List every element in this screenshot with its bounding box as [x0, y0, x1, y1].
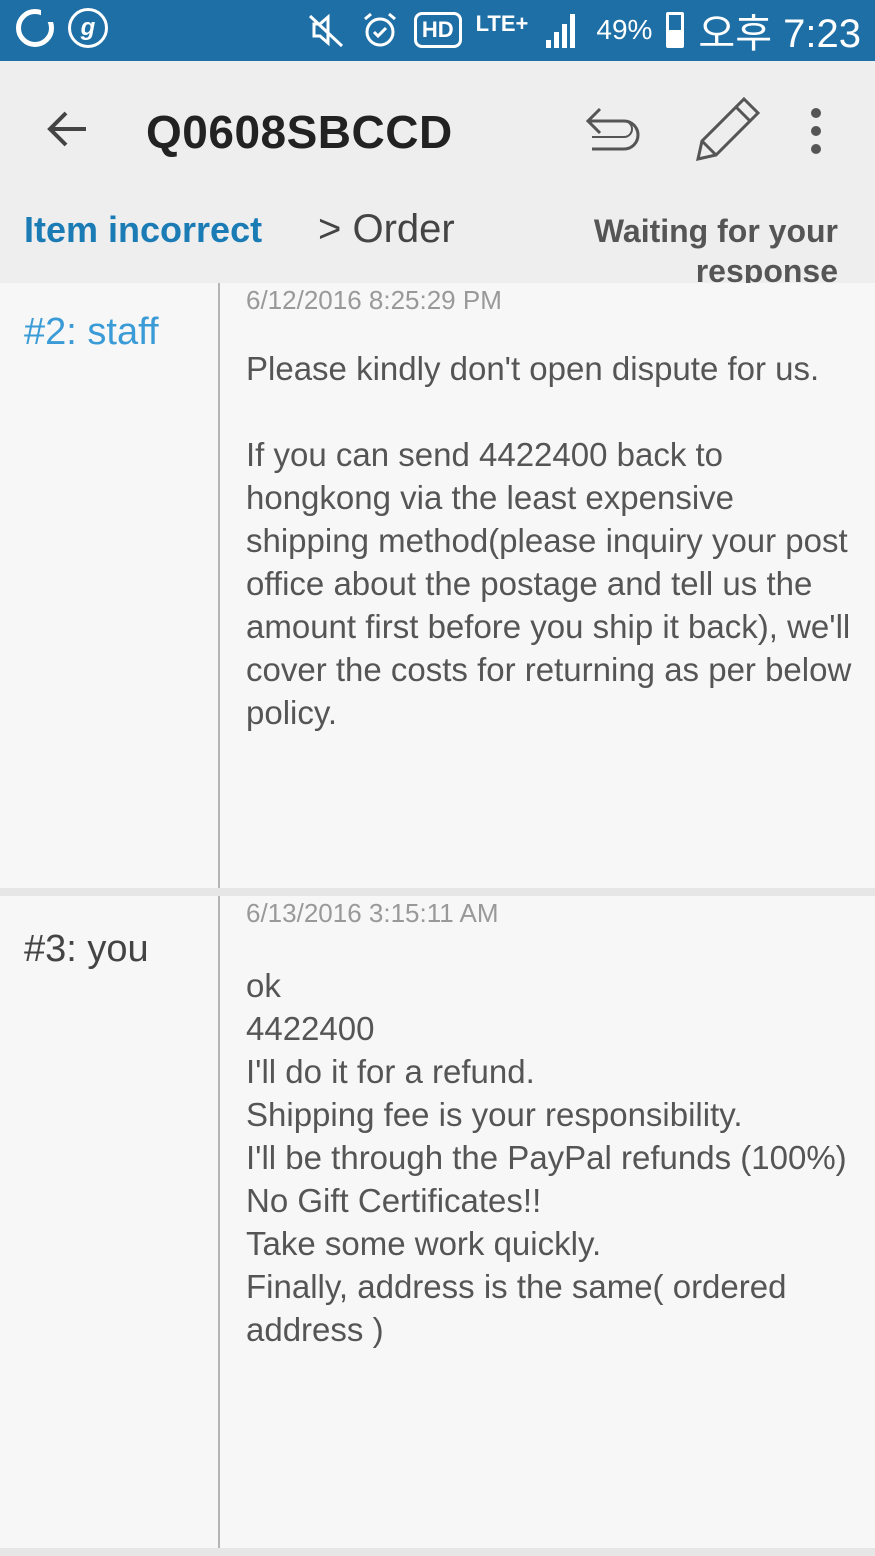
message-item: #2: staff 6/12/2016 8:25:29 PM Please ki… [0, 283, 875, 888]
message-timestamp: 6/12/2016 8:25:29 PM [246, 285, 502, 315]
g-app-notification-icon: g [68, 8, 108, 48]
pencil-icon[interactable] [692, 95, 764, 161]
battery-icon [666, 12, 685, 48]
back-arrow-icon[interactable] [40, 101, 96, 157]
app-notification-icon [16, 8, 55, 47]
message-body: Please kindly don't open dispute for us.… [246, 350, 852, 731]
tab-order[interactable]: > Order [318, 207, 455, 252]
message-item: #3: you 6/13/2016 3:15:11 AM ok 4422400 … [0, 896, 875, 1548]
reply-icon[interactable] [580, 101, 646, 157]
message-author: #2: staff [24, 311, 159, 353]
system-icons: HD LTE+ 49% 오후 7:23 [306, 4, 861, 56]
more-vert-icon[interactable] [800, 103, 832, 159]
app-bar: Q0608SBCCD Item incorrect > Order Waitin… [0, 61, 875, 283]
network-type-label: LTE+ [475, 11, 529, 36]
alarm-icon [363, 12, 396, 47]
tab-item-incorrect[interactable]: Item incorrect [24, 209, 262, 251]
hd-voice-badge: HD [413, 12, 462, 48]
ticket-status: Waiting for your response [593, 213, 838, 283]
signal-strength-icon [546, 14, 576, 48]
battery-percent: 49% [596, 14, 653, 45]
mute-icon [308, 13, 343, 48]
clock: 오후 7:23 [698, 12, 861, 56]
status-bar: g HD LTE+ 49% 오후 7:23 [0, 0, 875, 61]
message-author: #3: you [24, 928, 149, 970]
ticket-title: Q0608SBCCD [146, 106, 453, 158]
message-separator [0, 1548, 875, 1556]
notification-icons: g [16, 8, 108, 48]
message-separator [0, 888, 875, 896]
message-body: ok 4422400 I'll do it for a refund. Ship… [246, 967, 847, 1348]
divider [218, 896, 220, 1548]
divider [218, 283, 220, 888]
message-timestamp: 6/13/2016 3:15:11 AM [246, 898, 499, 928]
